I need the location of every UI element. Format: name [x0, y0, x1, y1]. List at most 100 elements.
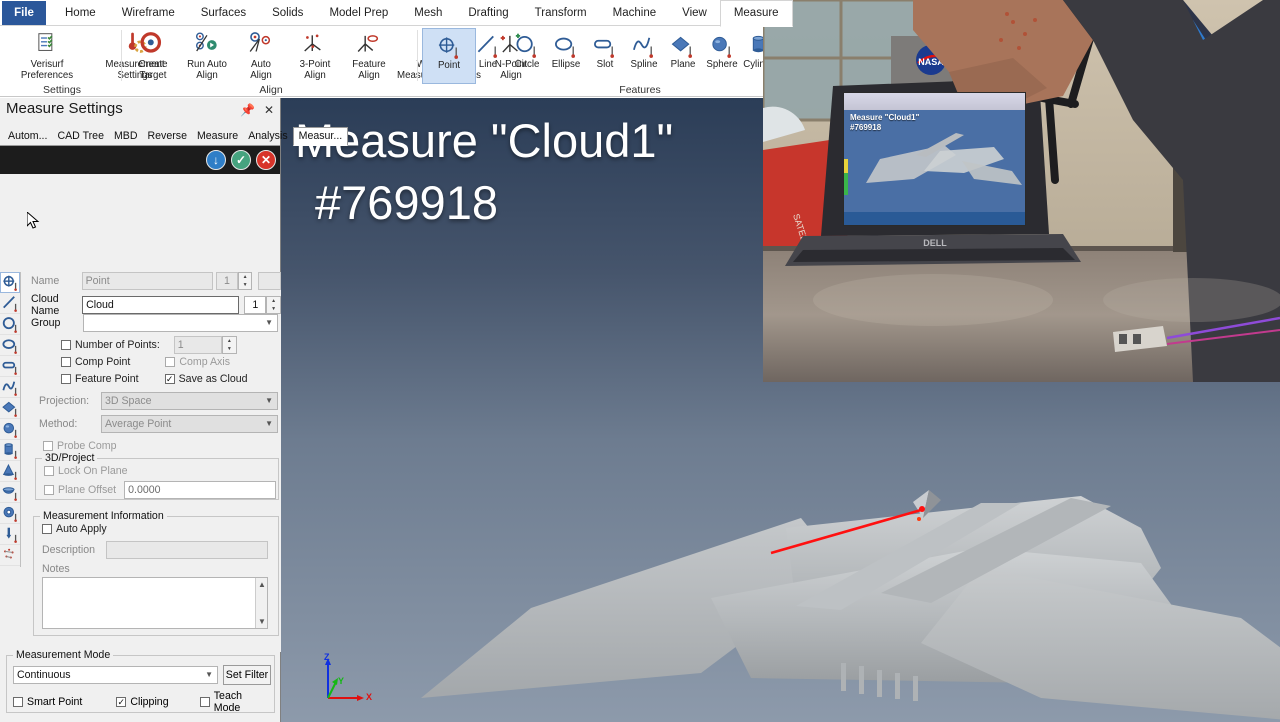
ribbon-button-3-point-align[interactable]: 3-Point Align	[288, 28, 342, 84]
cloud-index-field[interactable]: 1	[244, 296, 267, 314]
torus-tool-icon[interactable]	[0, 503, 20, 524]
line-tool-icon[interactable]	[0, 293, 20, 314]
name-index-stepper[interactable]: ▲ ▼	[237, 272, 253, 290]
tab-home[interactable]: Home	[52, 0, 109, 26]
tab-solids[interactable]: Solids	[259, 0, 316, 26]
tab-file[interactable]: File	[2, 1, 46, 25]
clipping-label: Clipping	[130, 696, 169, 708]
notes-scrollbar[interactable]: ▲ ▼	[255, 578, 267, 628]
projection-row: Projection: 3D Space ▼	[39, 392, 279, 410]
tab-transform[interactable]: Transform	[522, 0, 600, 26]
panel-tab-measure[interactable]: Measure	[192, 128, 243, 145]
ribbon-button-verisurf-preferences[interactable]: Verisurf Preferences	[4, 28, 90, 84]
smart-point-checkbox[interactable]: Smart Point	[13, 690, 116, 714]
cylinder-tool-icon[interactable]	[0, 440, 20, 461]
tab-mesh[interactable]: Mesh	[401, 0, 455, 26]
vector-tool-icon[interactable]	[0, 524, 20, 545]
laptop-screen-mirror: Measure "Cloud1" #769918	[843, 92, 1026, 226]
circle-feature-icon	[515, 28, 539, 58]
cloud-index-stepper[interactable]: ▲ ▼	[266, 296, 281, 314]
ellipse-feature-icon	[554, 28, 578, 58]
viewport-title-line1: Measure "Cloud1"	[295, 114, 674, 167]
number-of-points-stepper[interactable]: ▲ ▼	[221, 336, 237, 354]
ribbon-button-create-target[interactable]: Create Target	[126, 28, 180, 84]
comp-point-row: Comp Point Comp Axis	[61, 356, 230, 368]
ribbon-group-label: Align	[259, 84, 283, 96]
ribbon-group-label: Settings	[43, 84, 81, 96]
tab-measure[interactable]: Measure	[719, 0, 793, 27]
close-icon[interactable]: ✕	[264, 103, 274, 117]
ellipse-tool-icon[interactable]	[0, 335, 20, 356]
tab-machine[interactable]: Machine	[600, 0, 669, 26]
plane-tool-icon[interactable]	[0, 398, 20, 419]
point-tool-icon[interactable]	[0, 272, 20, 293]
line-feature-icon	[476, 28, 500, 58]
clipping-checkbox[interactable]: ✓ Clipping	[116, 690, 199, 714]
auto-apply-checkbox[interactable]: Auto Apply	[42, 523, 107, 535]
name-index-field: 1	[216, 272, 238, 290]
viewport-title: Measure "Cloud1" #769918	[295, 110, 673, 234]
paraboloid-tool-icon[interactable]	[0, 482, 20, 503]
cone-tool-icon[interactable]	[0, 461, 20, 482]
tab-model-prep[interactable]: Model Prep	[316, 0, 401, 26]
panel-tab-cad-tree[interactable]: CAD Tree	[52, 128, 109, 145]
measure-settings-panel: Measure Settings 📌 ✕ Autom... CAD Tree MBD…	[0, 98, 349, 722]
panel-tab-mbd[interactable]: MBD	[109, 128, 143, 145]
ribbon-button-label: Circle	[514, 59, 540, 70]
panel-tab-autom[interactable]: Autom...	[3, 128, 52, 145]
name-label: Name	[31, 275, 60, 287]
ribbon-button-feature-align[interactable]: Feature Align	[342, 28, 396, 84]
tab-view[interactable]: View	[669, 0, 720, 26]
spline-tool-icon[interactable]	[0, 377, 20, 398]
plane-offset-field[interactable]: 0.0000	[124, 481, 277, 499]
tab-drafting[interactable]: Drafting	[455, 0, 521, 26]
measurement-mode-select[interactable]: Continuous ▼	[13, 666, 218, 684]
measurement-information-label: Measurement Information	[40, 510, 167, 522]
save-as-cloud-checkbox[interactable]: ✓ Save as Cloud	[164, 373, 248, 385]
auto-align-icon	[248, 28, 275, 58]
panel-tab-analysis[interactable]: Analysis	[243, 128, 292, 145]
number-of-points-field: 1	[173, 336, 222, 354]
method-select: Average Point ▼	[101, 415, 278, 433]
point-feature-icon	[437, 29, 461, 59]
comp-point-label: Comp Point	[75, 356, 131, 368]
cloud-tool-icon[interactable]	[0, 545, 20, 566]
ribbon-button-run-auto-align[interactable]: Run Auto Align	[180, 28, 234, 84]
set-filter-button[interactable]: Set Filter	[223, 665, 271, 685]
teach-mode-checkbox[interactable]: Teach Mode	[199, 690, 271, 714]
live-camera-overlay[interactable]: NASA SATELLITE	[763, 0, 1280, 382]
comp-axis-checkbox: Comp Axis	[165, 356, 230, 368]
sphere-tool-icon[interactable]	[0, 419, 20, 440]
panel-title-bar: Measure Settings 📌 ✕	[0, 98, 280, 124]
number-of-points-checkbox[interactable]: Number of Points:	[61, 339, 160, 351]
ribbon-button-auto-align[interactable]: Auto Align	[234, 28, 288, 84]
notes-textarea[interactable]: ▲ ▼	[42, 577, 268, 629]
download-arrow-icon[interactable]: ↓	[206, 150, 226, 170]
number-of-points-checkbox-box	[61, 340, 71, 350]
tab-wireframe[interactable]: Wireframe	[109, 0, 188, 26]
feature-point-row: Feature Point ✓ Save as Cloud	[61, 373, 248, 385]
tab-surfaces[interactable]: Surfaces	[188, 0, 259, 26]
number-of-points-row: Number of Points: 1 ▲ ▼	[61, 336, 237, 354]
cloud-name-input[interactable]: Cloud	[82, 296, 240, 314]
ribbon-button-label: Feature Align	[352, 59, 386, 81]
panel-toolbar: ↓ ✓ ✕	[0, 146, 280, 174]
feature-point-checkbox[interactable]: Feature Point	[61, 373, 139, 385]
projection-label: Projection:	[39, 395, 90, 407]
three-d-project-group: 3D/Project Lock On Plane Plane Offset 0.…	[35, 452, 279, 500]
panel-tab-measur[interactable]: Measur...	[292, 127, 349, 146]
axis-label-x: X	[366, 692, 373, 702]
cancel-x-icon[interactable]: ✕	[256, 150, 276, 170]
ribbon-group-separator	[417, 30, 418, 81]
circle-tool-icon[interactable]	[0, 314, 20, 335]
plane-feature-icon	[671, 28, 695, 58]
pin-icon[interactable]: 📌	[240, 103, 255, 117]
ribbon-button-label: Plane	[670, 59, 696, 70]
slot-tool-icon[interactable]	[0, 356, 20, 377]
accept-check-icon[interactable]: ✓	[231, 150, 251, 170]
group-select[interactable]: ▼	[83, 314, 278, 332]
comp-point-checkbox[interactable]: Comp Point	[61, 356, 130, 368]
panel-tab-reverse[interactable]: Reverse	[143, 128, 192, 145]
smart-point-checkbox-box	[13, 697, 23, 707]
measure-settings-form: Name Point 1 ▲ ▼ Cloud Name Cloud 1 ▲ ▼ Gr…	[21, 272, 281, 652]
